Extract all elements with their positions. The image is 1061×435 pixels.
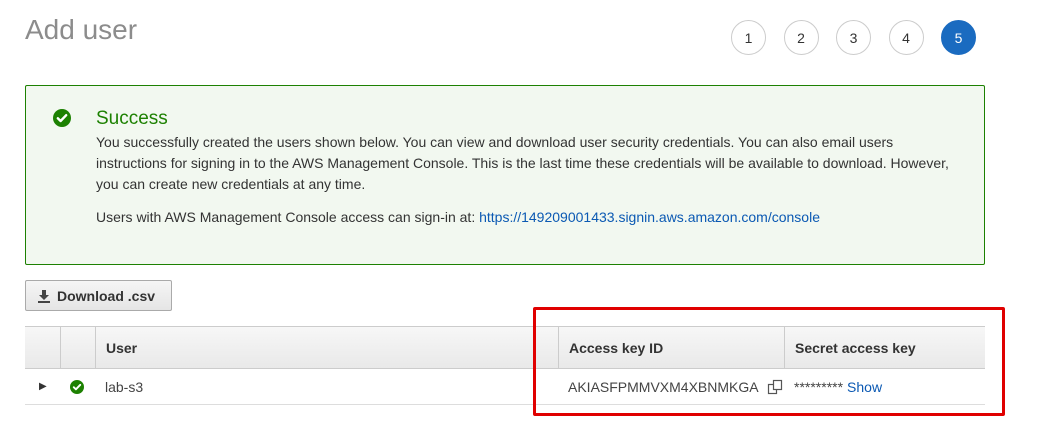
header-expand-column xyxy=(25,327,60,368)
console-signin-label: Users with AWS Management Console access… xyxy=(96,209,476,225)
download-icon xyxy=(38,289,50,303)
step-1-button[interactable]: 1 xyxy=(731,20,766,55)
step-4-button[interactable]: 4 xyxy=(888,20,924,55)
success-title: Success xyxy=(96,108,168,129)
row-status-cell xyxy=(60,369,95,404)
console-signin-line: Users with AWS Management Console access… xyxy=(96,209,820,225)
table-row: ▶ lab-s3 AKIASFPMMVXM4XBNMKGA ********* … xyxy=(25,369,985,405)
header-access-key-id[interactable]: Access key ID xyxy=(558,327,784,368)
table-header: User Access key ID Secret access key xyxy=(25,326,985,369)
credentials-table: User Access key ID Secret access key ▶ l… xyxy=(25,326,985,405)
secret-masked-value: ********* xyxy=(794,378,844,395)
wizard-steps: 1 2 3 4 5 xyxy=(731,20,994,55)
header-secret-access-key[interactable]: Secret access key xyxy=(784,327,985,368)
success-alert: Success You successfully created the use… xyxy=(25,85,985,265)
row-user: lab-s3 xyxy=(105,378,144,395)
row-secret-access-key-cell: ********* Show xyxy=(784,369,985,404)
row-expand-cell: ▶ xyxy=(25,369,60,404)
check-circle-icon xyxy=(70,379,84,394)
row-access-key-id-cell: AKIASFPMMVXM4XBNMKGA xyxy=(558,369,784,404)
expand-caret-icon[interactable]: ▶ xyxy=(39,381,47,392)
check-circle-icon xyxy=(53,109,71,127)
success-message: You successfully created the users shown… xyxy=(96,134,949,192)
header-user[interactable]: User xyxy=(95,327,558,368)
step-5-button[interactable]: 5 xyxy=(941,20,976,55)
step-3-button[interactable]: 3 xyxy=(836,20,871,55)
show-secret-link[interactable]: Show xyxy=(847,379,882,395)
header-status-column xyxy=(60,327,95,368)
step-2-button[interactable]: 2 xyxy=(783,20,819,55)
access-key-id-value: AKIASFPMMVXM4XBNMKGA xyxy=(568,378,759,395)
page-title: Add user xyxy=(25,14,138,45)
download-csv-button[interactable]: Download .csv xyxy=(25,280,172,311)
copy-icon[interactable] xyxy=(767,379,783,395)
download-csv-label: Download .csv xyxy=(57,287,156,304)
console-signin-link[interactable]: https://149209001433.signin.aws.amazon.c… xyxy=(479,209,820,225)
